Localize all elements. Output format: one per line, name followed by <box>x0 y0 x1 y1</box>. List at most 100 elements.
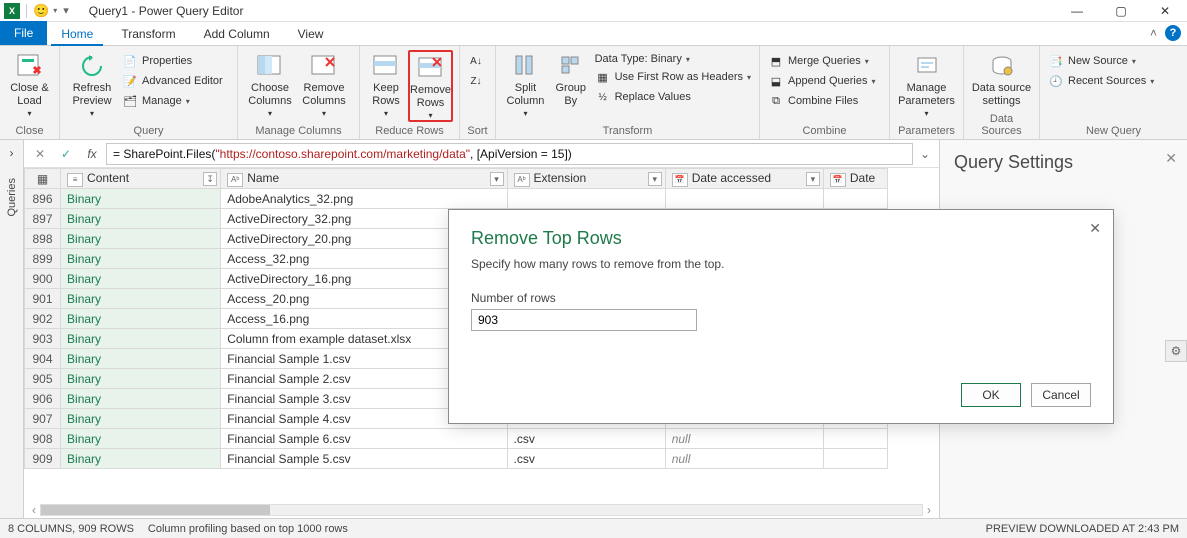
queries-panel-collapsed[interactable]: › Queries <box>0 140 24 518</box>
group-by-button[interactable]: Group By <box>551 50 591 107</box>
cell-extension[interactable] <box>507 189 665 209</box>
cell-content[interactable]: Binary <box>61 189 221 209</box>
refresh-preview-button[interactable]: Refresh Preview▾ <box>66 50 118 118</box>
remove-rows-button[interactable]: Remove Rows▾ <box>408 50 453 122</box>
emoji-icon[interactable]: 🙂 <box>33 3 49 19</box>
cell-date[interactable] <box>823 189 887 209</box>
row-number: 900 <box>25 269 61 289</box>
cell-content[interactable]: Binary <box>61 209 221 229</box>
close-window-button[interactable]: ✕ <box>1143 0 1187 22</box>
cell-name[interactable]: Financial Sample 6.csv <box>221 429 507 449</box>
horizontal-scrollbar[interactable]: ‹ › <box>24 502 939 518</box>
cell-content[interactable]: Binary <box>61 269 221 289</box>
new-source-button[interactable]: 📑New Source <box>1046 52 1156 70</box>
table-row[interactable]: 909BinaryFinancial Sample 5.csv.csvnull <box>25 449 888 469</box>
manage-button[interactable]: 🗂Manage <box>120 92 225 110</box>
cell-content[interactable]: Binary <box>61 249 221 269</box>
step-gear-icon[interactable]: ⚙ <box>1165 340 1187 362</box>
replace-values-button[interactable]: ½Replace Values <box>593 88 753 106</box>
cell-date-accessed[interactable]: null <box>665 429 823 449</box>
cell-name[interactable]: Financial Sample 5.csv <box>221 449 507 469</box>
tab-transform[interactable]: Transform <box>107 23 189 45</box>
cell-content[interactable]: Binary <box>61 349 221 369</box>
col-extension[interactable]: AᵇExtension▾ <box>507 169 665 189</box>
recent-sources-button[interactable]: 🕘Recent Sources <box>1046 72 1156 90</box>
data-source-settings-button[interactable]: Data source settings <box>970 50 1033 107</box>
cell-content[interactable]: Binary <box>61 329 221 349</box>
row-number: 908 <box>25 429 61 449</box>
sort-asc-button[interactable]: A↓ <box>466 52 486 70</box>
cell-date-accessed[interactable]: null <box>665 449 823 469</box>
collapse-ribbon-icon[interactable]: ˄ <box>1150 26 1157 40</box>
chevron-down-icon[interactable]: ▾ <box>490 172 504 186</box>
col-date-accessed[interactable]: 📅Date accessed▾ <box>665 169 823 189</box>
tab-add-column[interactable]: Add Column <box>190 23 284 45</box>
scroll-right-icon[interactable]: › <box>923 503 935 517</box>
close-and-load-button[interactable]: Close & Load▾ <box>6 50 53 118</box>
use-first-row-button[interactable]: ▦Use First Row as Headers <box>593 68 753 86</box>
scroll-left-icon[interactable]: ‹ <box>28 503 40 517</box>
col-date[interactable]: 📅Date <box>823 169 887 189</box>
remove-rows-icon <box>415 54 447 82</box>
minimize-button[interactable]: — <box>1055 0 1099 22</box>
status-bar: 8 COLUMNS, 909 ROWS Column profiling bas… <box>0 518 1187 538</box>
qat-dropdown-icon[interactable]: ▾ <box>53 6 57 15</box>
cell-content[interactable]: Binary <box>61 389 221 409</box>
accept-formula-icon[interactable]: ✓ <box>54 144 78 164</box>
cancel-button[interactable]: Cancel <box>1031 383 1091 407</box>
qat-overflow[interactable]: ▾ <box>61 4 69 17</box>
table-row[interactable]: 908BinaryFinancial Sample 6.csv.csvnull <box>25 429 888 449</box>
combine-files-button[interactable]: ⧉Combine Files <box>766 92 878 110</box>
new-source-icon: 📑 <box>1048 53 1064 69</box>
append-queries-button[interactable]: ⬓Append Queries <box>766 72 878 90</box>
ok-button[interactable]: OK <box>961 383 1021 407</box>
expand-queries-icon[interactable]: › <box>10 146 14 160</box>
help-icon[interactable]: ? <box>1165 25 1181 41</box>
chevron-down-icon[interactable]: ▾ <box>806 172 820 186</box>
cell-extension[interactable]: .csv <box>507 449 665 469</box>
col-content[interactable]: ≡Content↧ <box>61 169 221 189</box>
merge-queries-button[interactable]: ⬒Merge Queries <box>766 52 878 70</box>
fx-icon[interactable]: fx <box>80 144 104 164</box>
col-name[interactable]: AᵇName▾ <box>221 169 507 189</box>
editor-icon: 📝 <box>122 73 138 89</box>
split-column-button[interactable]: Split Column▾ <box>502 50 549 118</box>
cell-content[interactable]: Binary <box>61 429 221 449</box>
cell-date-accessed[interactable] <box>665 189 823 209</box>
scroll-thumb[interactable] <box>41 505 270 515</box>
cell-content[interactable]: Binary <box>61 229 221 249</box>
remove-columns-button[interactable]: Remove Columns▾ <box>298 50 350 118</box>
cell-content[interactable]: Binary <box>61 369 221 389</box>
formula-dropdown-icon[interactable]: ⌄ <box>915 147 935 161</box>
cell-date[interactable] <box>823 449 887 469</box>
choose-columns-button[interactable]: Choose Columns▾ <box>244 50 296 118</box>
cell-name[interactable]: AdobeAnalytics_32.png <box>221 189 507 209</box>
cell-content[interactable]: Binary <box>61 409 221 429</box>
maximize-button[interactable]: ▢ <box>1099 0 1143 22</box>
cell-content[interactable]: Binary <box>61 289 221 309</box>
tab-home[interactable]: Home <box>47 23 107 45</box>
data-type-button[interactable]: Data Type: Binary <box>593 52 753 66</box>
chevron-down-icon[interactable]: ▾ <box>648 172 662 186</box>
sort-desc-button[interactable]: Z↓ <box>466 72 486 90</box>
table-row[interactable]: 896BinaryAdobeAnalytics_32.png <box>25 189 888 209</box>
formula-input[interactable]: = SharePoint.Files("https://contoso.shar… <box>106 143 913 165</box>
tab-view[interactable]: View <box>284 23 338 45</box>
row-header-corner[interactable]: ▦ <box>25 169 61 189</box>
chevron-down-icon[interactable]: ↧ <box>203 172 217 186</box>
cell-date[interactable] <box>823 429 887 449</box>
datasource-icon <box>986 52 1018 80</box>
cancel-formula-icon[interactable]: ✕ <box>28 144 52 164</box>
close-pane-icon[interactable]: ✕ <box>1165 150 1177 167</box>
row-number: 902 <box>25 309 61 329</box>
properties-button[interactable]: 📄Properties <box>120 52 225 70</box>
file-tab[interactable]: File <box>0 21 47 45</box>
cell-content[interactable]: Binary <box>61 309 221 329</box>
dialog-close-icon[interactable]: ✕ <box>1089 220 1101 237</box>
cell-content[interactable]: Binary <box>61 449 221 469</box>
cell-extension[interactable]: .csv <box>507 429 665 449</box>
keep-rows-button[interactable]: Keep Rows▾ <box>366 50 406 118</box>
advanced-editor-button[interactable]: 📝Advanced Editor <box>120 72 225 90</box>
manage-parameters-button[interactable]: Manage Parameters▾ <box>896 50 957 118</box>
number-of-rows-input[interactable] <box>471 309 697 331</box>
